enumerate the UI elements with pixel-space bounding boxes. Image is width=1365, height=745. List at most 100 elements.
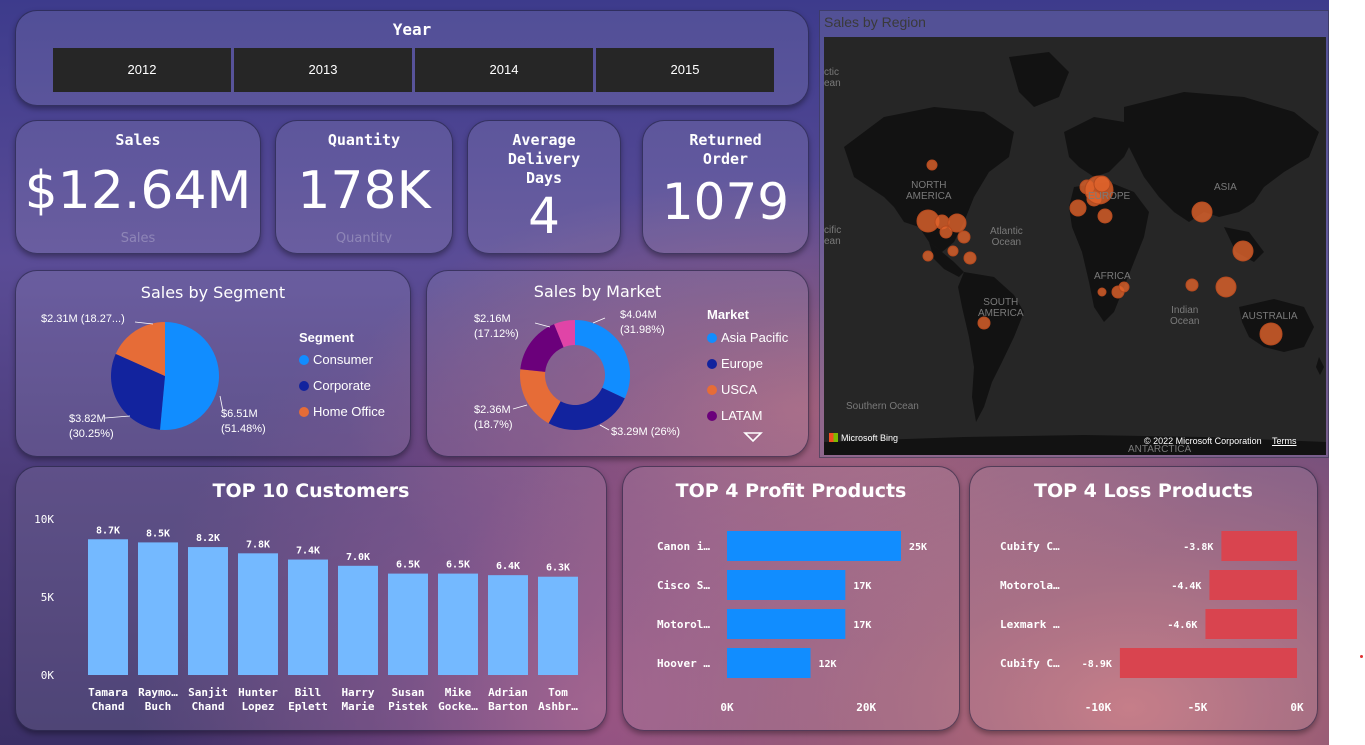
top-customers-chart[interactable]: 0K5K10K8.7KTamaraChand8.5KRaymo…Buch8.2K… — [16, 467, 608, 732]
top-loss-chart[interactable]: -10K -5K 0K Cubify C… -3.8K Motorola… -4.4K Lex… — [970, 467, 1319, 732]
stray-dot — [1360, 655, 1363, 658]
map-label-atlantic-ocean: Atlantic Ocean — [990, 226, 1023, 248]
category-label: Chand — [91, 700, 124, 713]
category-label: Harry — [341, 686, 374, 699]
data-label: 12K — [819, 659, 837, 670]
data-label: 8.2K — [196, 533, 220, 544]
bar-3 — [727, 648, 811, 678]
segment-legend-corporate-label: Corporate — [313, 378, 371, 393]
sales-kpi-title: Sales — [115, 131, 161, 149]
data-label: 7.8K — [246, 539, 270, 550]
data-label: 17K — [853, 581, 871, 592]
market-label-latam: $2.16M (17.12%) — [474, 313, 519, 340]
segment-legend-home-office[interactable]: Home Office — [299, 404, 385, 419]
map-terms-link[interactable]: Terms — [1272, 436, 1297, 446]
map-label-southern-ocean: Southern Ocean — [846, 401, 919, 412]
map-bubble — [1259, 322, 1283, 346]
legend-dot-icon — [707, 333, 717, 343]
delivery-kpi-title: Average Delivery Days — [468, 131, 620, 188]
map-bubble — [957, 230, 971, 244]
market-legend-usca[interactable]: USCA — [707, 382, 757, 397]
map-bubble — [1191, 201, 1213, 223]
region-map-title: Sales by Region — [824, 14, 926, 30]
bar-0 — [727, 531, 901, 561]
segment-legend-consumer[interactable]: Consumer — [299, 352, 373, 367]
bar-7 — [438, 573, 478, 675]
quantity-kpi-card: Quantity 178K Quantity — [275, 120, 453, 254]
market-label-europe: $3.29M (26%) — [611, 426, 681, 438]
year-option-2012[interactable]: 2012 — [53, 48, 231, 92]
top-customers-card: TOP 10 Customers 0K 5K 10K 8.7K Tamara Chand 8… — [15, 466, 607, 731]
dashboard-canvas: Year 2012 2013 2014 2015 Sales $12.64M S… — [0, 0, 1329, 745]
market-legend-title: Market — [707, 307, 749, 322]
data-label: 6.3K — [546, 563, 570, 574]
x-tick-label: 0K — [1290, 701, 1304, 714]
south-america-shape — [958, 272, 1024, 422]
category-label: Lexmark … — [1000, 618, 1060, 631]
category-label: Hoover … — [657, 657, 710, 670]
category-label: Motorol… — [657, 618, 710, 631]
new-zealand-shape — [1316, 357, 1324, 375]
market-legend-latam-label: LATAM — [721, 408, 763, 423]
year-option-2014[interactable]: 2014 — [415, 48, 593, 92]
map-bubble — [1097, 287, 1107, 297]
data-label: -8.9K — [1082, 659, 1112, 670]
map-bubble — [1215, 276, 1237, 298]
y-tick-label: 10K — [34, 513, 54, 526]
quantity-kpi-faded-label: Quantity — [335, 231, 393, 243]
bar-0 — [88, 539, 128, 675]
region-map[interactable]: NORTH AMERICA EUROPE ASIA AFRICA SOUTH A… — [824, 37, 1326, 455]
segment-legend-title: Segment — [299, 330, 354, 345]
category-label: Hunter — [238, 686, 278, 699]
legend-dot-icon — [707, 411, 717, 421]
map-label-pacific-ocean: cific ean — [824, 225, 842, 247]
year-option-2013[interactable]: 2013 — [234, 48, 412, 92]
delivery-kpi-title-line3: Days — [525, 169, 563, 187]
map-bubble — [1185, 278, 1199, 292]
x-tick-label: 0K — [720, 701, 734, 714]
legend-dot-icon — [299, 355, 309, 365]
bar-6 — [388, 573, 428, 675]
market-legend-europe[interactable]: Europe — [707, 356, 763, 371]
market-label-usca: $2.36M (18.7%) — [474, 404, 513, 431]
bar-2 — [1205, 609, 1297, 639]
greenland-shape — [1009, 52, 1069, 107]
asia-shape — [1124, 92, 1319, 222]
map-bubble — [1093, 175, 1111, 193]
map-bubble — [1232, 240, 1254, 262]
market-legend-asia-pacific[interactable]: Asia Pacific — [707, 330, 788, 345]
sales-kpi-faded-label: Sales — [120, 231, 156, 243]
category-label: Marie — [341, 700, 374, 713]
segment-legend-corporate[interactable]: Corporate — [299, 378, 371, 393]
year-option-2015[interactable]: 2015 — [596, 48, 774, 92]
map-label-indian-ocean: Indian Ocean — [1170, 305, 1200, 327]
category-label: Motorola… — [1000, 579, 1060, 592]
bar-0 — [1221, 531, 1297, 561]
category-label: Gocke… — [438, 700, 478, 713]
data-label: 25K — [909, 542, 927, 553]
slice-consumer — [159, 322, 220, 430]
category-label: Eplett — [288, 700, 328, 713]
bar-9 — [538, 576, 578, 675]
region-map-card: Sales by Region NORTH AMERICA EUROPE ASI… — [819, 10, 1329, 458]
market-legend-europe-label: Europe — [721, 356, 763, 371]
delivery-kpi-value: 4 — [528, 187, 560, 245]
market-legend-latam[interactable]: LATAM — [707, 408, 762, 423]
category-label: Tom — [548, 686, 568, 699]
leader-line — [512, 404, 528, 410]
segment-label-home-office: $2.31M (18.27...) — [41, 313, 125, 325]
category-label: Lopez — [241, 700, 274, 713]
top-profit-chart[interactable]: 0K 20K Canon i… 25K Cisco S… 17K Motorol… 17K Ho… — [623, 467, 961, 732]
map-bubble — [1118, 281, 1130, 293]
returned-kpi-title: Returned Order — [643, 131, 808, 169]
bar-5 — [338, 565, 378, 675]
map-bubble — [1069, 199, 1087, 217]
legend-scroll-down-icon[interactable] — [743, 431, 763, 443]
map-label-asia: ASIA — [1214, 182, 1237, 193]
market-legend-usca-label: USCA — [721, 382, 758, 397]
data-label: 7.0K — [346, 552, 370, 563]
leader-line — [134, 321, 154, 325]
category-label: Pistek — [388, 700, 428, 713]
bar-1 — [727, 570, 846, 600]
europe-shape — [1064, 117, 1134, 177]
